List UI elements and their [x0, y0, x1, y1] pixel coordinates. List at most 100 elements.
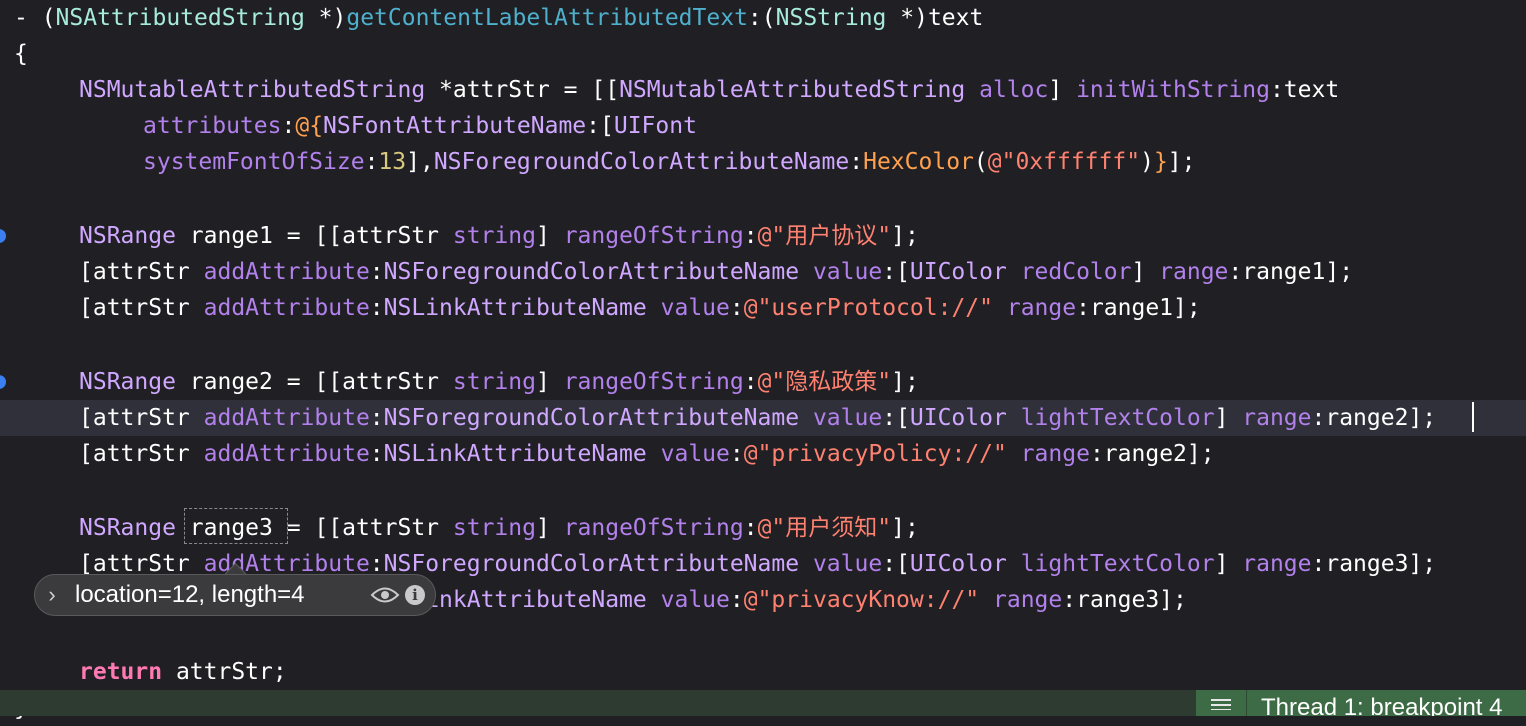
code-token: ] [535, 515, 564, 541]
code-token: redColor [1020, 259, 1132, 285]
code-line[interactable] [0, 618, 1526, 654]
code-token: : [729, 441, 744, 467]
code-token: @{ [295, 113, 324, 139]
code-token: ] [535, 369, 564, 395]
code-token: : [743, 369, 758, 395]
code-token: : [364, 149, 379, 175]
code-token: ] [1131, 259, 1160, 285]
code-token: :range3]; [1311, 551, 1437, 577]
code-line[interactable]: { [0, 36, 1526, 72]
code-token: ] [1214, 551, 1243, 577]
code-token: NSForegroundColorAttributeName [383, 259, 800, 285]
code-token: : [743, 223, 758, 249]
code-line[interactable] [0, 180, 1526, 216]
breakpoint-marker[interactable] [0, 229, 6, 243]
code-token: UIColor [909, 405, 1007, 431]
code-token: value [812, 551, 883, 577]
breakpoint-marker[interactable] [0, 375, 6, 389]
variable-value-popover: › location=12, length=4 i [34, 574, 436, 616]
code-token: addAttribute [203, 441, 370, 467]
code-token: :range2]; [1311, 405, 1437, 431]
code-token: 13 [378, 149, 407, 175]
chevron-right-icon[interactable]: › [35, 582, 69, 608]
code-token: UIFont [613, 113, 697, 139]
code-token: @"0xffffff" [987, 149, 1141, 175]
code-line[interactable]: return attrStr; [0, 654, 1526, 690]
code-token: addAttribute [203, 259, 370, 285]
code-line[interactable]: - (NSAttributedString *)getContentLabelA… [0, 0, 1526, 36]
code-token: string [452, 223, 536, 249]
code-token: NSMutableAttributedString [619, 77, 966, 103]
code-token: @"privacyPolicy://" [743, 441, 1007, 467]
code-token: string [452, 369, 536, 395]
code-token: rangeOfString [563, 515, 744, 541]
code-token: :( [747, 5, 776, 31]
code-token: :range1]; [1228, 259, 1354, 285]
code-token: value [812, 259, 883, 285]
code-line[interactable]: NSRange range2 = [[attrStr string] range… [0, 364, 1526, 400]
code-token: string [452, 515, 536, 541]
code-token: *) [304, 5, 347, 31]
code-token: value [660, 587, 730, 613]
code-line[interactable]: NSMutableAttributedString *attrStr = [[N… [0, 72, 1526, 108]
code-token: ]; [891, 515, 919, 541]
code-token: :range2]; [1089, 441, 1215, 467]
code-token: value [660, 295, 730, 321]
code-line[interactable] [0, 326, 1526, 362]
code-token: NSRange [79, 515, 176, 541]
code-token: } [1153, 149, 1168, 175]
code-token: alloc [979, 77, 1049, 103]
code-token: ], [406, 149, 434, 175]
code-token: ] [535, 223, 564, 249]
code-token: : [729, 295, 744, 321]
code-line[interactable]: systemFontOfSize:13],NSForegroundColorAt… [0, 144, 1526, 180]
variable-value-text: location=12, length=4 [75, 581, 305, 608]
code-token: NSMutableAttributedString [79, 77, 426, 103]
code-line[interactable]: [attrStr addAttribute:NSLinkAttributeNam… [0, 290, 1526, 326]
code-token: value [660, 441, 730, 467]
code-token: rangeOfString [563, 369, 744, 395]
info-icon[interactable]: i [405, 585, 425, 605]
code-token: addAttribute [203, 405, 370, 431]
code-token: systemFontOfSize [143, 149, 365, 175]
code-token: ]; [891, 223, 919, 249]
code-line[interactable] [0, 472, 1526, 508]
code-token: : [729, 587, 744, 613]
code-token: :range3]; [1062, 587, 1187, 613]
code-token: lightTextColor [1020, 551, 1215, 577]
code-token: : [369, 441, 384, 467]
code-token: range [1242, 405, 1312, 431]
code-line[interactable]: attributes:@{NSFontAttributeName:[UIFont [0, 108, 1526, 144]
code-token: ] [1214, 405, 1243, 431]
code-token: [attrStr [79, 295, 204, 321]
code-line[interactable]: [attrStr addAttribute:NSForegroundColorA… [0, 400, 1526, 436]
thread-status-badge[interactable]: Thread 1: breakpoint 4 [1196, 690, 1526, 716]
code-token: :text [1269, 77, 1340, 103]
code-token: value [812, 405, 883, 431]
code-token: NSLinkAttributeName [383, 441, 647, 467]
code-token: getContentLabelAttributedText [346, 5, 748, 31]
code-token: :range1]; [1076, 295, 1201, 321]
code-line[interactable]: NSRange range1 = [[attrStr string] range… [0, 218, 1526, 254]
code-token: @"privacyKnow://" [743, 587, 980, 613]
code-line[interactable]: [attrStr addAttribute:NSForegroundColorA… [0, 254, 1526, 290]
code-token: range2 = [[attrStr [175, 369, 453, 395]
text-cursor [1472, 402, 1474, 432]
eye-icon[interactable] [367, 586, 403, 604]
code-line[interactable]: [attrStr addAttribute:NSLinkAttributeNam… [0, 436, 1526, 472]
code-token: NSRange [79, 223, 176, 249]
code-token: *attrStr = [[ [425, 77, 620, 103]
code-token: NSForegroundColorAttributeName [383, 551, 800, 577]
code-token: range [1242, 551, 1312, 577]
code-token: - ( [14, 5, 56, 31]
code-token: @"userProtocol://" [743, 295, 993, 321]
code-token: : [849, 149, 864, 175]
